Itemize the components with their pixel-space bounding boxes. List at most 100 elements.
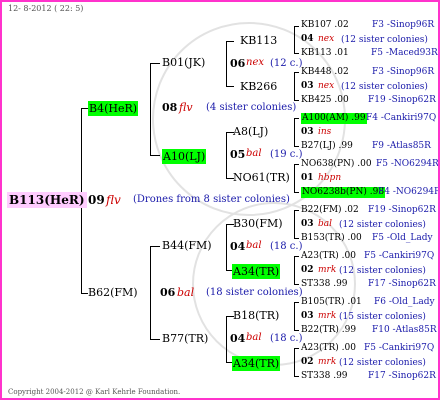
gen4-queen-id[interactable]: A100(AM) .99 (301, 113, 367, 124)
gen3-b18-note: (18 c.) (270, 333, 303, 344)
root-queen-id[interactable]: B113(HeR) (7, 192, 87, 208)
gen4-sister-note: (15 sister colonies) (339, 312, 426, 322)
gen3-a8-note: (19 c.) (270, 149, 303, 160)
gen3-a8-id[interactable]: A8(LJ) (233, 126, 268, 137)
gen4-sister-note: (12 sister colonies) (339, 266, 426, 276)
tree-line (294, 376, 299, 377)
gen4-queen-id[interactable]: NO638(PN) .00 (301, 160, 372, 169)
gen4-reference: F10 -Atlas85R (372, 325, 437, 335)
tree-line (226, 316, 227, 363)
gen3-a34-id[interactable]: A34(TR) (232, 264, 281, 279)
tree-line (294, 192, 299, 193)
gen2-b01-race: flv (179, 101, 193, 114)
gen4-race: mrk (318, 311, 337, 321)
tree-line (294, 302, 299, 303)
gen3-kb266-id[interactable]: KB266 (240, 81, 277, 92)
tree-line (294, 118, 295, 147)
gen4-queen-id[interactable]: KB107 .02 (301, 21, 349, 30)
tree-line (294, 53, 299, 54)
gen4-reference: F5 -Cankiri97Q (364, 343, 435, 353)
gen4-queen-id[interactable]: KB425 .00 (301, 96, 349, 105)
gen2-a10-id[interactable]: A10(LJ) (162, 149, 207, 164)
gen4-reference: F17 -Sinop62R (368, 371, 436, 381)
tree-line (294, 210, 295, 239)
tree-line (226, 132, 227, 179)
gen4-queen-id[interactable]: B153(TR) .00 (301, 234, 362, 243)
tree-line (294, 348, 295, 377)
tree-line (150, 63, 151, 156)
gen4-race: nex (318, 81, 335, 91)
tree-line (294, 330, 299, 331)
gen3-b30-note: (18 c.) (270, 241, 303, 252)
gen2-b01-year: 08 (162, 101, 178, 114)
gen4-reference: F4 -Cankiri97Q (366, 113, 437, 123)
gen2-b01-note: (4 sister colonies) (206, 102, 297, 113)
gen4-reference: F5 -Old_Lady (372, 233, 433, 243)
gen4-queen-id[interactable]: B27(LJ) .99 (301, 142, 353, 151)
gen4-queen-id[interactable]: ST338 .99 (301, 372, 348, 381)
gen4-queen-id[interactable]: ST338 .99 (301, 280, 348, 289)
gen3-b18-id[interactable]: B18(TR) (233, 310, 279, 321)
tree-line (294, 238, 299, 239)
gen4-queen-id[interactable]: NO6238b(PN) .98 (301, 187, 386, 198)
gen4-reference: F9 -Atlas85R (372, 141, 431, 151)
gen4-year: 02 (301, 357, 314, 367)
gen3-kb113-note: (12 c.) (270, 58, 303, 69)
gen3-no61-id[interactable]: NO61(TR) (233, 172, 290, 183)
gen2-b44-race: bal (177, 286, 195, 299)
gen4-queen-id[interactable]: A23(TR) .00 (301, 344, 356, 353)
gen1-bottom-id[interactable]: B62(FM) (88, 287, 138, 298)
tree-line (294, 164, 295, 193)
gen4-race: bal (318, 219, 333, 229)
gen4-year: 03 (301, 127, 314, 137)
tree-line (294, 146, 299, 147)
gen4-queen-id[interactable]: KB448 .02 (301, 68, 349, 77)
gen3-kb113-id[interactable]: KB113 (240, 35, 277, 46)
tree-line (294, 26, 299, 27)
gen4-queen-id[interactable]: B22(FM) .02 (301, 206, 359, 215)
tree-line (81, 293, 88, 294)
tree-line (226, 86, 234, 87)
gen4-sister-note: (12 sister colonies) (341, 35, 428, 45)
gen4-queen-id[interactable]: KB113 .01 (301, 49, 349, 58)
gen4-race: mrk (318, 357, 337, 367)
gen4-reference: F5 -Maced93R (371, 48, 438, 58)
gen4-queen-id[interactable]: B22(TR) .99 (301, 326, 356, 335)
gen4-reference: F5 -Cankiri97Q (364, 251, 435, 261)
tree-line (226, 41, 227, 87)
gen2-b44-id[interactable]: B44(FM) (162, 240, 212, 251)
pedigree-frame: 12- 8-2012 ( 22: 5) B113(HeR) 09 flv (Dr… (0, 0, 440, 400)
gen4-reference: F3 -Sinop96R (372, 20, 435, 30)
tree-line (294, 164, 299, 165)
gen4-reference: F6 -Old_Lady (374, 297, 435, 307)
gen3-b18-year: 04 (230, 332, 246, 345)
tree-line (150, 339, 160, 340)
gen4-race: hbpn (318, 173, 342, 183)
tree-line (294, 26, 295, 54)
date-stamp: 12- 8-2012 ( 22: 5) (8, 4, 84, 13)
gen4-reference: F5 -NO6294R (376, 159, 439, 169)
gen3-a34-id[interactable]: A34(TR) (232, 356, 281, 371)
gen4-queen-id[interactable]: A23(TR) .00 (301, 252, 356, 261)
tree-line (150, 246, 160, 247)
gen4-year: 02 (301, 265, 314, 275)
gen2-b77-id[interactable]: B77(TR) (162, 333, 208, 344)
tree-line (150, 63, 160, 64)
gen3-b30-id[interactable]: B30(FM) (233, 218, 283, 229)
gen4-queen-id[interactable]: B105(TR) .01 (301, 298, 362, 307)
tree-line (294, 256, 299, 257)
tree-line (150, 246, 151, 340)
tree-line (150, 155, 160, 156)
gen3-b30-year: 04 (230, 240, 246, 253)
gen4-reference: F19 -Sinop62R (368, 95, 436, 105)
gen3-b30-race: bal (246, 240, 262, 251)
copyright-footer: Copyright 2004-2012 @ Karl Kehrle Founda… (8, 388, 181, 396)
tree-line (294, 284, 299, 285)
gen1-top-id[interactable]: B4(HeR) (88, 101, 139, 116)
root-drone-note: (Drones from 8 sister colonies) (133, 194, 290, 205)
tree-line (294, 256, 295, 285)
gen4-race: ins (318, 127, 332, 137)
tree-line (81, 108, 88, 109)
gen4-race: mrk (318, 265, 337, 275)
gen2-b01-id[interactable]: B01(JK) (162, 57, 205, 68)
